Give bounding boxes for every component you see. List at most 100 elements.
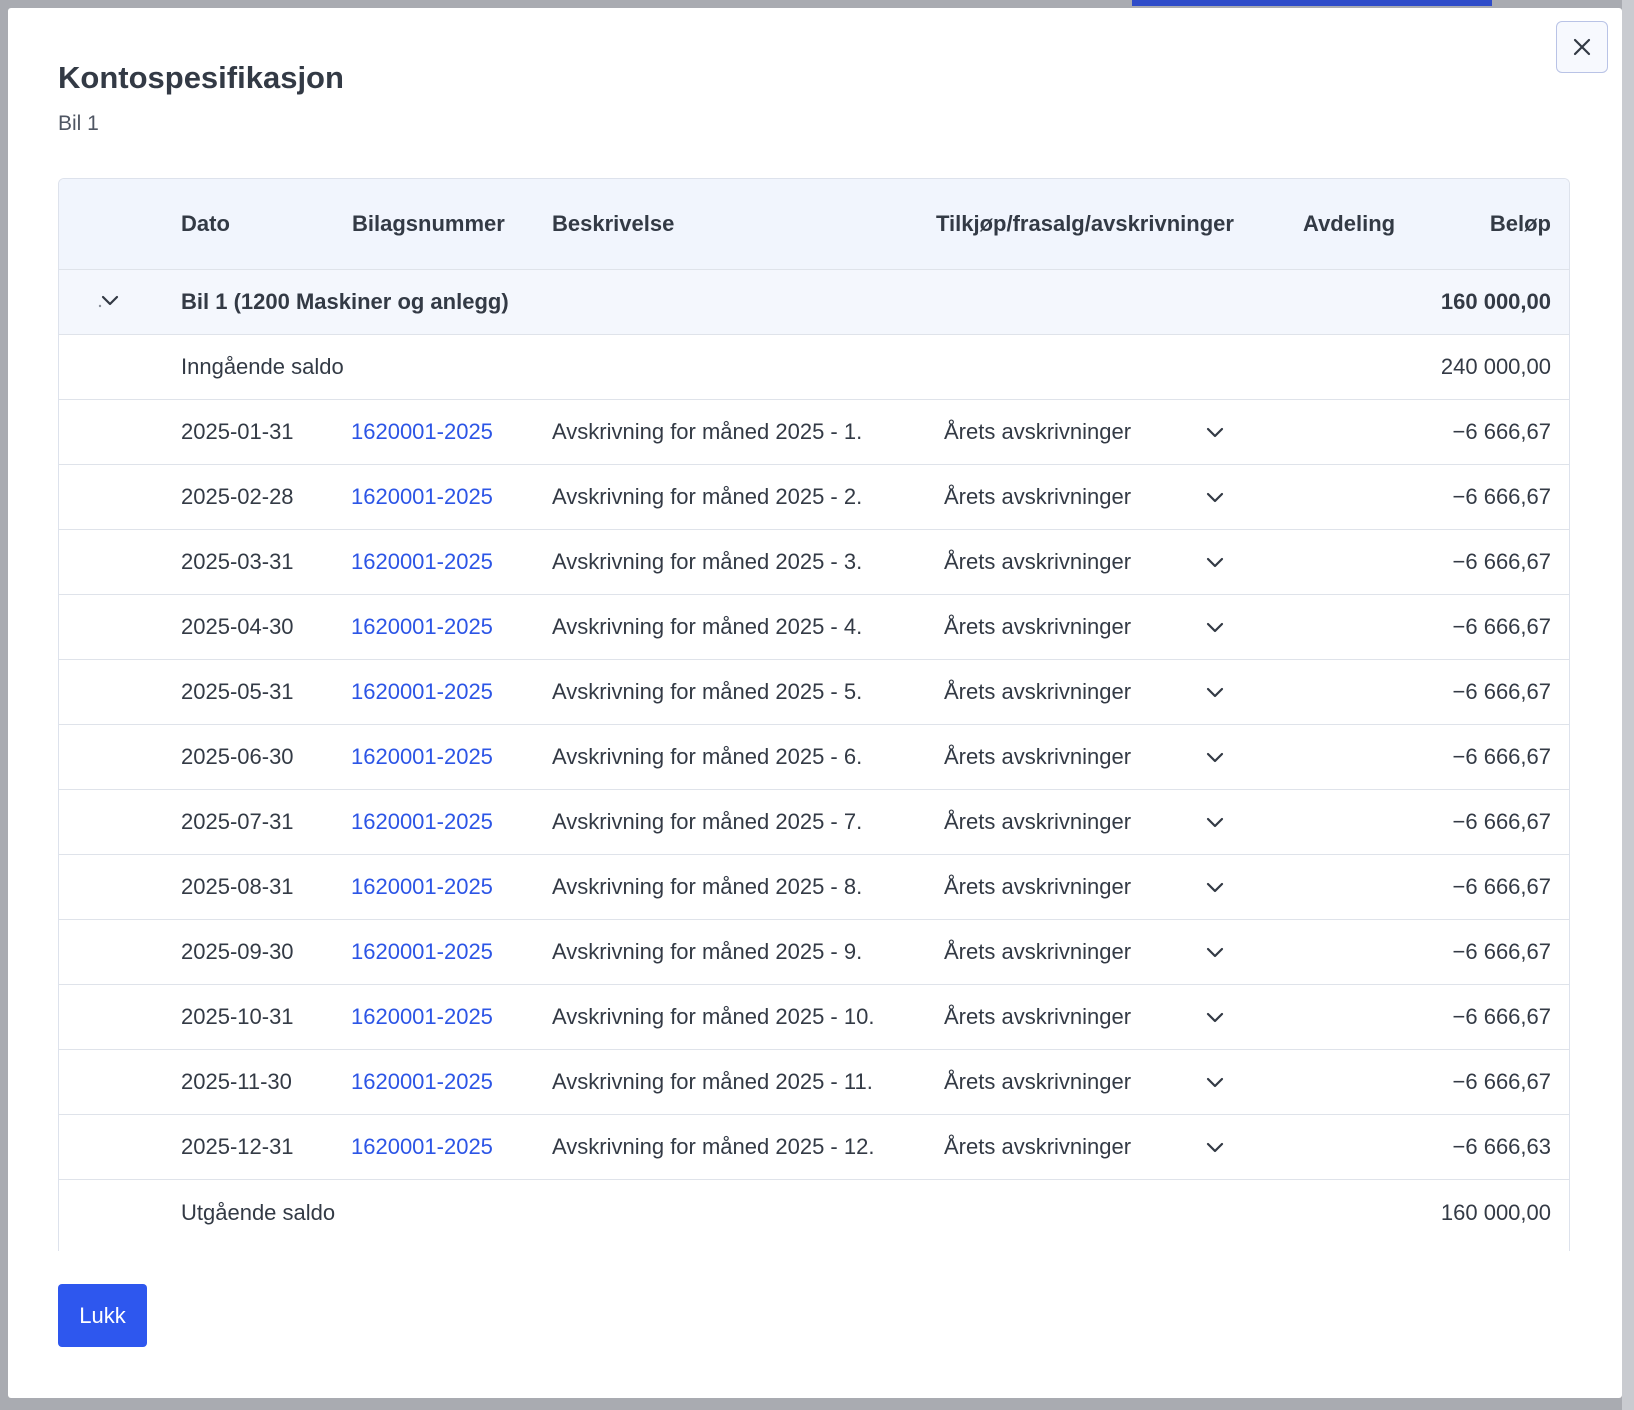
column-header-movement: Tilkjøp/frasalg/avskrivninger (936, 211, 1234, 236)
table-row: 2025-09-30 1620001-2025 Avskrivning for må… (59, 920, 1569, 985)
table-row: 2025-03-31 1620001-2025 Avskrivning for må… (59, 530, 1569, 595)
column-header-description: Beskrivelse (552, 211, 675, 236)
row-description: Avskrivning for måned 2025 - 6. (552, 744, 863, 769)
voucher-link[interactable]: 1620001-2025 (351, 419, 493, 445)
voucher-link[interactable]: 1620001-2025 (351, 679, 493, 705)
chevron-down-icon (98, 295, 119, 308)
row-amount: −6 666,67 (1452, 419, 1551, 444)
close-button[interactable] (1556, 21, 1608, 73)
voucher-link[interactable]: 1620001-2025 (351, 1004, 493, 1030)
movement-dropdown-toggle[interactable] (1205, 1069, 1225, 1095)
voucher-link[interactable]: 1620001-2025 (351, 614, 493, 640)
row-description: Avskrivning for måned 2025 - 8. (552, 874, 863, 899)
row-amount: −6 666,67 (1452, 1004, 1551, 1029)
movement-dropdown-toggle[interactable] (1205, 614, 1225, 640)
chevron-down-icon (1206, 622, 1224, 633)
row-date: 2025-07-31 (181, 809, 294, 834)
row-description: Avskrivning for måned 2025 - 5. (552, 679, 863, 704)
row-date: 2025-09-30 (181, 939, 294, 964)
table-row: 2025-07-31 1620001-2025 Avskrivning for må… (59, 790, 1569, 855)
opening-balance-amount: 240 000,00 (1440, 354, 1551, 379)
row-date: 2025-10-31 (181, 1004, 294, 1029)
table-row: 2025-08-31 1620001-2025 Avskrivning for må… (59, 855, 1569, 920)
movement-select-value[interactable]: Årets avskrivninger (944, 679, 1131, 705)
table-row: 2025-05-31 1620001-2025 Avskrivning for må… (59, 660, 1569, 725)
voucher-link[interactable]: 1620001-2025 (351, 874, 493, 900)
row-amount: −6 666,67 (1452, 484, 1551, 509)
row-description: Avskrivning for måned 2025 - 3. (552, 549, 863, 574)
movement-select-value[interactable]: Årets avskrivninger (944, 1004, 1131, 1030)
chevron-down-icon (1206, 1142, 1224, 1153)
group-row[interactable]: Bil 1 (1200 Maskiner og anlegg) 160 000,… (59, 270, 1569, 335)
chevron-down-icon (1206, 1012, 1224, 1023)
voucher-link[interactable]: 1620001-2025 (351, 1134, 493, 1160)
row-description: Avskrivning for måned 2025 - 2. (552, 484, 863, 509)
voucher-link[interactable]: 1620001-2025 (351, 484, 493, 510)
row-amount: −6 666,63 (1452, 1134, 1551, 1159)
column-header-voucher: Bilagsnummer (352, 211, 505, 236)
row-date: 2025-01-31 (181, 419, 294, 444)
movement-select-value[interactable]: Årets avskrivninger (944, 744, 1131, 770)
movement-dropdown-toggle[interactable] (1205, 809, 1225, 835)
movement-dropdown-toggle[interactable] (1205, 679, 1225, 705)
movement-select-value[interactable]: Årets avskrivninger (944, 549, 1131, 575)
voucher-link[interactable]: 1620001-2025 (351, 549, 493, 575)
movement-dropdown-toggle[interactable] (1205, 484, 1225, 510)
movement-select-value[interactable]: Årets avskrivninger (944, 419, 1131, 445)
row-description: Avskrivning for måned 2025 - 11. (552, 1069, 873, 1094)
row-amount: −6 666,67 (1452, 809, 1551, 834)
close-modal-button[interactable]: Lukk (58, 1284, 147, 1347)
movement-dropdown-toggle[interactable] (1205, 1004, 1225, 1030)
row-date: 2025-08-31 (181, 874, 294, 899)
movement-dropdown-toggle[interactable] (1205, 939, 1225, 965)
chevron-down-icon (1206, 752, 1224, 763)
movement-select-value[interactable]: Årets avskrivninger (944, 484, 1131, 510)
closing-balance-label: Utgående saldo (181, 1199, 336, 1225)
table-row: 2025-02-28 1620001-2025 Avskrivning for må… (59, 465, 1569, 530)
movement-dropdown-toggle[interactable] (1205, 419, 1225, 445)
movement-dropdown-toggle[interactable] (1205, 1134, 1225, 1160)
movement-select-value[interactable]: Årets avskrivninger (944, 874, 1131, 900)
voucher-link[interactable]: 1620001-2025 (351, 1069, 493, 1095)
row-amount: −6 666,67 (1452, 1069, 1551, 1094)
table-row: 2025-11-30 1620001-2025 Avskrivning for må… (59, 1050, 1569, 1115)
movement-dropdown-toggle[interactable] (1205, 874, 1225, 900)
chevron-down-icon (1206, 492, 1224, 503)
row-description: Avskrivning for måned 2025 - 7. (552, 809, 863, 834)
column-header-date: Dato (181, 211, 230, 236)
row-amount: −6 666,67 (1452, 744, 1551, 769)
voucher-link[interactable]: 1620001-2025 (351, 744, 493, 770)
group-toggle[interactable] (97, 289, 121, 315)
row-date: 2025-12-31 (181, 1134, 294, 1159)
row-description: Avskrivning for måned 2025 - 4. (552, 614, 863, 639)
movement-select-value[interactable]: Årets avskrivninger (944, 1069, 1131, 1095)
movement-select-value[interactable]: Årets avskrivninger (944, 939, 1131, 965)
row-amount: −6 666,67 (1452, 939, 1551, 964)
movement-dropdown-toggle[interactable] (1205, 549, 1225, 575)
row-description: Avskrivning for måned 2025 - 12. (552, 1134, 875, 1159)
movement-dropdown-toggle[interactable] (1205, 744, 1225, 770)
row-date: 2025-06-30 (181, 744, 294, 769)
background-page-strip (1622, 0, 1634, 1410)
opening-balance-label: Inngående saldo (181, 354, 344, 379)
movement-select-value[interactable]: Årets avskrivninger (944, 614, 1131, 640)
row-amount: −6 666,67 (1452, 874, 1551, 899)
close-icon (1573, 38, 1591, 56)
row-description: Avskrivning for måned 2025 - 1. (552, 419, 863, 444)
row-amount: −6 666,67 (1452, 549, 1551, 574)
chevron-down-icon (1206, 947, 1224, 958)
table-header: Dato Bilagsnummer Beskrivelse Tilkjøp/fr… (59, 179, 1569, 270)
row-date: 2025-02-28 (181, 484, 294, 509)
voucher-link[interactable]: 1620001-2025 (351, 939, 493, 965)
row-date: 2025-05-31 (181, 679, 294, 704)
column-header-amount: Beløp (1489, 211, 1551, 236)
account-specification-modal: Kontospesifikasjon Bil 1 Dato Bilagsnumm… (8, 8, 1622, 1398)
movement-select-value[interactable]: Årets avskrivninger (944, 809, 1131, 835)
voucher-link[interactable]: 1620001-2025 (351, 809, 493, 835)
modal-title: Kontospesifikasjon (58, 60, 344, 95)
table-row: 2025-10-31 1620001-2025 Avskrivning for må… (59, 985, 1569, 1050)
row-description: Avskrivning for måned 2025 - 10. (552, 1004, 875, 1029)
table-row: 2025-01-31 1620001-2025 Avskrivning for må… (59, 400, 1569, 465)
movement-select-value[interactable]: Årets avskrivninger (944, 1134, 1131, 1160)
closing-balance-amount: 160 000,00 (1440, 1199, 1551, 1225)
